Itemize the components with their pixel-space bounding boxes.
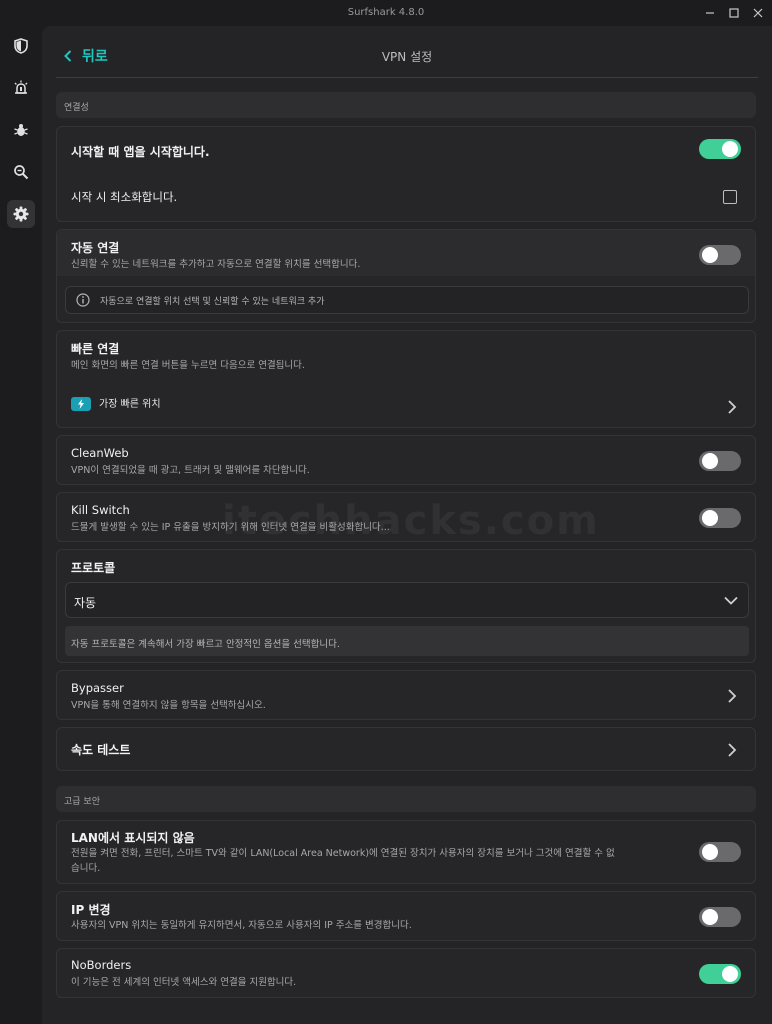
auto-connect-title: 자동 연결	[71, 241, 120, 255]
cleanweb-toggle[interactable]	[699, 451, 741, 471]
shield-icon	[14, 38, 28, 54]
speed-test-title: 속도 테스트	[71, 743, 131, 757]
protocol-select[interactable]: 자동	[65, 582, 749, 618]
auto-connect-description: 신뢰할 수 있는 네트워크를 추가하고 자동으로 연결할 위치를 선택합니다.	[71, 259, 361, 270]
quick-connect-card: 빠른 연결 메인 화면의 빠른 연결 버튼을 누르면 다음으로 연결됩니다. 가…	[56, 330, 756, 428]
kill-switch-title: Kill Switch	[71, 503, 130, 517]
auto-connect-toggle[interactable]	[699, 245, 741, 265]
speed-test-row[interactable]: 속도 테스트	[56, 727, 756, 771]
ip-rotator-toggle[interactable]	[699, 907, 741, 927]
bug-icon	[14, 124, 28, 136]
title-bar: Surfshark 4.8.0	[0, 0, 772, 26]
minimize-icon	[706, 12, 714, 14]
bypasser-description: VPN을 통해 연결하지 않을 항목을 선택하십시오.	[71, 700, 266, 711]
window-title: Surfshark 4.8.0	[347, 7, 425, 18]
toggle-knob	[702, 247, 718, 263]
protocol-card: 프로토콜 자동 자동 프로토콜은 계속해서 가장 빠르고 안정적인 옵션을 선택…	[56, 549, 756, 663]
lightning-icon	[78, 399, 84, 409]
bypasser-title: Bypasser	[71, 681, 124, 695]
protocol-selected-value: 자동	[74, 596, 97, 610]
toggle-knob	[702, 844, 718, 860]
sidebar-item-alert[interactable]	[7, 74, 35, 102]
close-icon	[753, 8, 763, 18]
quick-connect-description: 메인 화면의 빠른 연결 버튼을 누르면 다음으로 연결됩니다.	[71, 360, 305, 371]
chevron-right-icon	[728, 400, 737, 414]
close-button[interactable]	[748, 4, 768, 22]
chevron-right-icon	[728, 743, 737, 757]
launch-on-start-label: 시작할 때 앱을 시작합니다.	[71, 145, 210, 159]
cleanweb-description: VPN이 연결되었을 때 광고, 트래커 및 맬웨어를 차단합니다.	[71, 465, 310, 476]
chevron-down-icon	[724, 596, 738, 605]
sidebar-item-antivirus[interactable]	[7, 116, 35, 144]
kill-switch-card: Kill Switch 드물게 발생할 수 있는 IP 유출을 방지하기 위해 …	[56, 492, 756, 542]
noborders-description: 이 기능은 전 세계의 인터넷 액세스와 연결을 지원합니다.	[71, 977, 297, 988]
maximize-button[interactable]	[724, 4, 744, 22]
alert-icon	[14, 80, 28, 94]
settings-panel: 뒤로 VPN 설정 연결성 시작할 때 앱을 시작합니다. 시작 시 최소화합니…	[42, 26, 772, 1024]
quick-connect-option-label: 가장 빠른 위치	[99, 399, 161, 410]
ip-rotator-title: IP 변경	[71, 903, 111, 917]
lan-invisibility-description-line1: 전원을 켜면 전화, 프린터, 스마트 TV와 같이 LAN(Local Are…	[71, 848, 615, 859]
lan-invisibility-description-line2: 습니다.	[71, 863, 101, 874]
noborders-title: NoBorders	[71, 958, 132, 972]
page-header: 뒤로 VPN 설정	[56, 26, 758, 78]
auto-connect-info-text: 자동으로 연결할 위치 선택 및 신뢰할 수 있는 네트워크 추가	[100, 296, 325, 307]
toggle-knob	[722, 966, 738, 982]
minimize-on-start-checkbox[interactable]	[723, 190, 737, 204]
cleanweb-title: CleanWeb	[71, 446, 129, 460]
sidebar-item-search[interactable]	[7, 158, 35, 186]
bypasser-row[interactable]: Bypasser VPN을 통해 연결하지 않을 항목을 선택하십시오.	[56, 670, 756, 720]
protocol-note: 자동 프로토콜은 계속해서 가장 빠르고 안정적인 옵션을 선택합니다.	[65, 626, 749, 656]
toggle-knob	[702, 909, 718, 925]
auto-connect-info-link[interactable]: 자동으로 연결할 위치 선택 및 신뢰할 수 있는 네트워크 추가	[65, 286, 749, 314]
quick-connect-option-row[interactable]: 가장 빠른 위치	[57, 387, 755, 427]
gear-icon	[13, 206, 29, 222]
noborders-card: NoBorders 이 기능은 전 세계의 인터넷 액세스와 연결을 지원합니다…	[56, 948, 756, 998]
kill-switch-toggle[interactable]	[699, 508, 741, 528]
sidebar	[0, 26, 42, 1024]
startup-card: 시작할 때 앱을 시작합니다. 시작 시 최소화합니다.	[56, 126, 756, 222]
toggle-knob	[722, 141, 738, 157]
lan-invisibility-card: LAN에서 표시되지 않음 전원을 켜면 전화, 프린터, 스마트 TV와 같이…	[56, 820, 756, 884]
page-title: VPN 설정	[381, 50, 433, 64]
maximize-icon	[729, 8, 739, 18]
ip-rotator-card: IP 변경 사용자의 VPN 위치는 동일하게 유지하면서, 자동으로 사용자의…	[56, 891, 756, 941]
cleanweb-card: CleanWeb VPN이 연결되었을 때 광고, 트래커 및 맬웨어를 차단합…	[56, 435, 756, 485]
auto-connect-card: 자동 연결 신뢰할 수 있는 네트워크를 추가하고 자동으로 연결할 위치를 선…	[56, 229, 756, 323]
lightning-badge	[71, 397, 91, 411]
lan-invisibility-title: LAN에서 표시되지 않음	[71, 831, 195, 845]
minimize-on-start-label: 시작 시 최소화합니다.	[71, 190, 178, 204]
kill-switch-description: 드물게 발생할 수 있는 IP 유출을 방지하기 위해 인터넷 연결을 비활성화…	[71, 522, 390, 533]
protocol-title: 프로토콜	[71, 561, 116, 575]
section-connectivity: 연결성	[56, 92, 756, 118]
minimize-button[interactable]	[700, 4, 720, 22]
toggle-knob	[702, 453, 718, 469]
noborders-toggle[interactable]	[699, 964, 741, 984]
chevron-right-icon	[728, 689, 737, 703]
quick-connect-title: 빠른 연결	[71, 342, 120, 356]
sidebar-item-vpn[interactable]	[7, 32, 35, 60]
section-advanced-security: 고급 보안	[56, 786, 756, 812]
launch-on-start-toggle[interactable]	[699, 139, 741, 159]
ip-rotator-description: 사용자의 VPN 위치는 동일하게 유지하면서, 자동으로 사용자의 IP 주소…	[71, 920, 412, 931]
toggle-knob	[702, 510, 718, 526]
sidebar-item-settings[interactable]	[7, 200, 35, 228]
search-zoom-icon	[14, 165, 29, 180]
lan-invisibility-toggle[interactable]	[699, 842, 741, 862]
info-icon	[76, 293, 90, 307]
